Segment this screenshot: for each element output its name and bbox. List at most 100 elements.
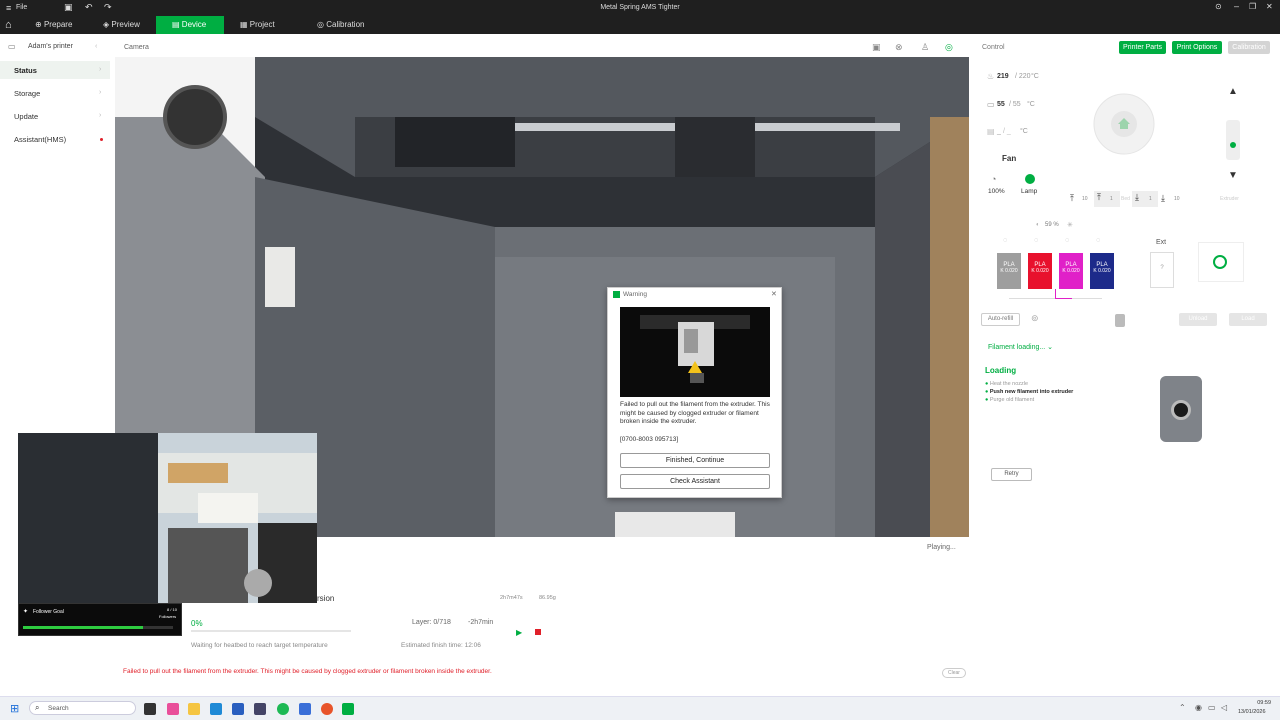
photos-icon[interactable]	[299, 703, 311, 715]
restore-icon[interactable]: ❐	[1249, 2, 1256, 11]
taskview-icon[interactable]	[144, 703, 156, 715]
check-assistant-button[interactable]: Check Assistant	[620, 474, 770, 489]
help-icon[interactable]: ⊙	[1215, 2, 1222, 11]
move-up-1-button[interactable]: ⤒ 1	[1094, 191, 1120, 207]
ams-slot-a4[interactable]: PLA K 0.020	[1090, 253, 1114, 289]
ext-label: Ext	[1156, 239, 1167, 246]
clock-date[interactable]: 13/01/2026	[1238, 709, 1266, 715]
tab-preview[interactable]: ◈ Preview	[97, 16, 149, 34]
ams-slot-a2[interactable]: PLA K 0.020	[1028, 253, 1052, 289]
clock-time[interactable]: 09:59	[1247, 700, 1271, 706]
bambu-studio-icon[interactable]	[342, 703, 354, 715]
network-icon[interactable]: ▭	[1208, 703, 1216, 712]
bed-unit: °C	[1027, 101, 1035, 108]
window-title: Metal Spring AMS Tighter	[600, 4, 680, 11]
ams-slot-a3[interactable]: PLA K 0.020	[1059, 253, 1083, 289]
recording-icon[interactable]: ▣	[872, 42, 881, 53]
move-up-1: 1	[1110, 196, 1113, 202]
camera-toggle-icon[interactable]: ◎	[945, 42, 953, 53]
tray-chevron-icon[interactable]: ⌃	[1179, 703, 1186, 712]
chamber-icon: ▤	[987, 127, 995, 136]
goal-count: 8 / 10	[167, 607, 178, 612]
ext-spool-slot[interactable]: ?	[1150, 252, 1174, 288]
tab-project[interactable]: ▦ Project	[234, 16, 284, 34]
edge-icon[interactable]	[210, 703, 222, 715]
lamp-icon[interactable]	[1025, 174, 1035, 184]
firefox-icon[interactable]	[321, 703, 333, 715]
store-icon[interactable]	[232, 703, 244, 715]
calibration-button[interactable]: Calibration	[1228, 41, 1270, 54]
camera-status: Playing...	[927, 544, 956, 551]
resume-icon[interactable]: ▶	[516, 628, 522, 637]
extruder-label: Extruder	[1220, 196, 1239, 202]
lamp-label: Lamp	[1021, 188, 1038, 195]
auto-refill-button[interactable]: Auto-refill	[981, 313, 1020, 326]
camera-label: Camera	[124, 44, 149, 51]
timelapse-icon[interactable]: ⊗	[895, 42, 903, 53]
printer-icon: ▭	[8, 42, 16, 51]
printer-dropdown-icon[interactable]: ‹	[95, 43, 97, 50]
bed-up-icon[interactable]: ▲	[1228, 86, 1238, 97]
taskbar-search[interactable]: ⌕ Search	[29, 701, 136, 715]
sidebar-item-storage[interactable]: Storage ›	[0, 84, 110, 102]
filament-loading-toggle[interactable]: Filament loading... ⌄	[988, 343, 1053, 351]
bed-down-icon[interactable]: ▼	[1228, 170, 1238, 181]
sidebar-item-storage-label: Storage	[14, 89, 41, 98]
nozzle-unit: °C	[1031, 73, 1039, 80]
close-icon[interactable]: ✕	[1266, 2, 1273, 11]
dialog-close-icon[interactable]: ✕	[771, 290, 777, 298]
step-done-icon: ●	[985, 381, 989, 387]
finished-continue-button[interactable]: Finished, Continue	[620, 453, 770, 468]
goal-progress-track	[23, 626, 173, 629]
spotify-icon[interactable]	[277, 703, 289, 715]
slot-a3-k: K 0.020	[1062, 268, 1080, 274]
clear-error-button[interactable]: Clear	[942, 668, 966, 678]
loading-title: Loading	[985, 366, 1017, 375]
tab-calibration[interactable]: ◎ Calibration	[312, 16, 376, 34]
file-explorer-icon[interactable]	[188, 703, 200, 715]
sidebar-item-update[interactable]: Update ›	[0, 107, 110, 125]
app-icon[interactable]	[254, 703, 266, 715]
dialog-title: Warning	[623, 291, 647, 298]
loading-step-label: Heat the nozzle	[989, 381, 1029, 387]
slot-a4-k: K 0.020	[1093, 268, 1111, 274]
nozzle-target[interactable]: / 220	[1015, 73, 1031, 80]
fan-label[interactable]: Fan	[1002, 154, 1016, 163]
volume-icon[interactable]: ◁	[1221, 703, 1227, 712]
calibration-icon: ◎	[317, 20, 324, 29]
camera-settings-icon[interactable]: ♙	[921, 42, 929, 53]
ams-slot-a1[interactable]: PLA K 0.020	[997, 253, 1021, 289]
layer-count: Layer: 0/718	[412, 619, 451, 626]
step-active-icon: ●	[985, 389, 989, 395]
home-icon[interactable]: ⌂	[5, 19, 12, 31]
unload-button[interactable]: Unload	[1179, 313, 1217, 326]
move-down-10-icon[interactable]: ⤓	[1161, 193, 1165, 204]
chevron-right-icon: ›	[99, 89, 102, 96]
move-up-10-icon[interactable]: ⤒	[1070, 193, 1074, 204]
bed-target[interactable]: / 55	[1009, 101, 1021, 108]
tab-prepare[interactable]: ⊕ Prepare	[28, 16, 80, 34]
error-message: Failed to pull out the filament from the…	[123, 668, 492, 675]
start-icon[interactable]: ⊞	[10, 702, 19, 715]
humidity-value: 59 %	[1045, 222, 1059, 228]
load-button[interactable]: Load	[1229, 313, 1267, 326]
stop-icon[interactable]	[535, 629, 541, 635]
dialog-error-code: [0700-8003 095713]	[620, 436, 679, 443]
fan-speed-icon[interactable]: ◔	[991, 174, 996, 184]
printer-name[interactable]: Adam's printer	[28, 43, 73, 50]
extruder-gear-icon	[1171, 400, 1191, 420]
move-down-1-button[interactable]: ⤓ 1	[1132, 191, 1158, 207]
microphone-icon[interactable]: ◉	[1195, 703, 1202, 712]
sidebar-item-assistant[interactable]: Assistant(HMS)	[0, 130, 110, 148]
xy-jog-pad[interactable]	[1080, 78, 1170, 168]
retry-button[interactable]: Retry	[991, 468, 1032, 481]
print-options-button[interactable]: Print Options	[1172, 41, 1222, 54]
tab-device[interactable]: ▤ Device	[156, 16, 224, 34]
sidebar-item-status[interactable]: Status ›	[0, 61, 110, 79]
ams-settings-icon[interactable]: ⊚	[1031, 313, 1039, 324]
copilot-icon[interactable]	[167, 703, 179, 715]
move-down-10: 10	[1174, 196, 1180, 202]
chamber-temp: _	[997, 128, 1001, 135]
printer-parts-button[interactable]: Printer Parts	[1119, 41, 1166, 54]
minimize-icon[interactable]: –	[1234, 1, 1239, 11]
